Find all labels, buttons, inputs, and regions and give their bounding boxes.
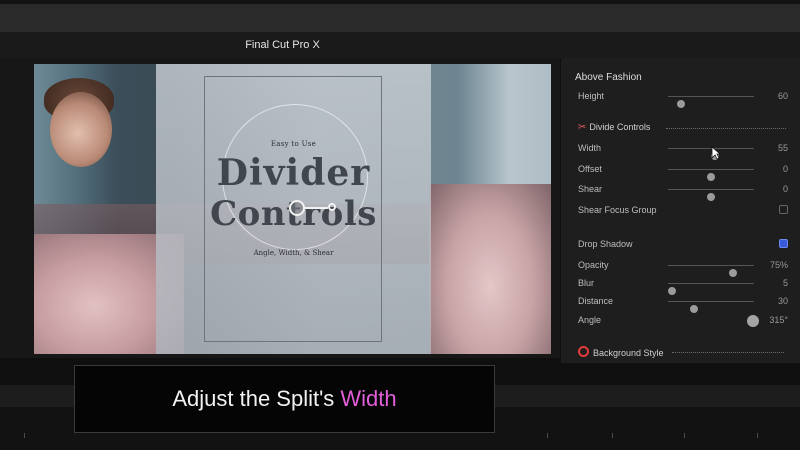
- caption-highlight: Width: [340, 386, 397, 411]
- onscreen-control-end[interactable]: [328, 203, 336, 211]
- param-value[interactable]: 315°: [769, 315, 788, 325]
- param-height: Height 60: [561, 88, 800, 108]
- height-slider[interactable]: [668, 96, 754, 108]
- param-value[interactable]: 30: [778, 296, 788, 306]
- param-value[interactable]: 75%: [770, 260, 788, 270]
- param-label: Height: [578, 91, 605, 101]
- section-label: Background Style: [593, 348, 664, 358]
- onscreen-control-arm[interactable]: [304, 207, 328, 209]
- param-label: Shear Focus Group: [578, 205, 657, 215]
- slider-knob[interactable]: [676, 100, 685, 108]
- tutorial-caption: Adjust the Split's Width: [74, 365, 495, 433]
- param-offset: Offset 0: [561, 161, 800, 181]
- param-distance: Distance 30: [561, 293, 800, 313]
- param-blur: Blur 5: [561, 275, 800, 295]
- offset-slider[interactable]: [668, 169, 754, 181]
- inspector-panel: Above Fashion Height 60 ✂ Divide Controls…: [561, 58, 800, 363]
- param-value[interactable]: 0: [783, 184, 788, 194]
- param-label: Width: [578, 143, 602, 153]
- blur-slider[interactable]: [668, 283, 754, 295]
- inspector-title: Above Fashion: [575, 72, 642, 83]
- param-shear: Shear 0: [561, 181, 800, 201]
- red-ring-icon: [578, 346, 589, 357]
- param-value[interactable]: 0: [783, 164, 788, 174]
- scissors-icon: ✂: [578, 122, 587, 133]
- shear-focus-group-checkbox[interactable]: [779, 205, 788, 214]
- overlay-small-text: Easy to Use: [270, 140, 317, 148]
- param-angle: Angle 315°: [561, 312, 800, 328]
- param-label: Shear: [578, 184, 603, 194]
- caption-text: Adjust the Split's: [172, 386, 341, 411]
- param-drop-shadow: Drop Shadow: [561, 236, 800, 252]
- window-title: Final Cut Pro X: [245, 39, 320, 51]
- angle-dial[interactable]: [747, 315, 759, 327]
- param-value[interactable]: 5: [783, 278, 788, 288]
- top-strip: [0, 0, 800, 32]
- param-shear-focus-group: Shear Focus Group: [561, 202, 800, 218]
- param-label: Distance: [578, 296, 614, 306]
- param-label: Angle: [578, 315, 602, 325]
- section-background-style[interactable]: Background Style: [561, 343, 800, 359]
- mouse-cursor-icon: [711, 146, 721, 160]
- overlay-title-line1: Divider: [216, 152, 371, 194]
- distance-slider[interactable]: [668, 301, 754, 313]
- param-value[interactable]: 55: [778, 143, 788, 153]
- param-label: Blur: [578, 278, 595, 288]
- param-label: Opacity: [578, 260, 609, 270]
- divider-overlay[interactable]: Easy to Use Divider Controls Angle, Widt…: [156, 64, 431, 354]
- shear-slider[interactable]: [668, 189, 754, 201]
- section-divide-controls[interactable]: ✂ Divide Controls: [561, 119, 800, 135]
- drop-shadow-checkbox[interactable]: [779, 239, 788, 248]
- section-label: Divide Controls: [589, 122, 651, 132]
- param-value[interactable]: 60: [778, 91, 788, 101]
- param-opacity: Opacity 75%: [561, 257, 800, 277]
- opacity-slider[interactable]: [668, 265, 754, 277]
- overlay-subtitle: Angle, Width, & Shear: [253, 249, 334, 257]
- param-label: Offset: [578, 164, 602, 174]
- param-label: Drop Shadow: [578, 239, 633, 249]
- slider-knob[interactable]: [707, 193, 715, 201]
- onscreen-control-handle[interactable]: [289, 200, 305, 216]
- window-titlebar: Final Cut Pro X: [0, 32, 800, 58]
- slider-knob[interactable]: [707, 173, 715, 181]
- video-frame[interactable]: Easy to Use Divider Controls Angle, Widt…: [34, 64, 551, 354]
- param-width: Width 55: [561, 140, 800, 160]
